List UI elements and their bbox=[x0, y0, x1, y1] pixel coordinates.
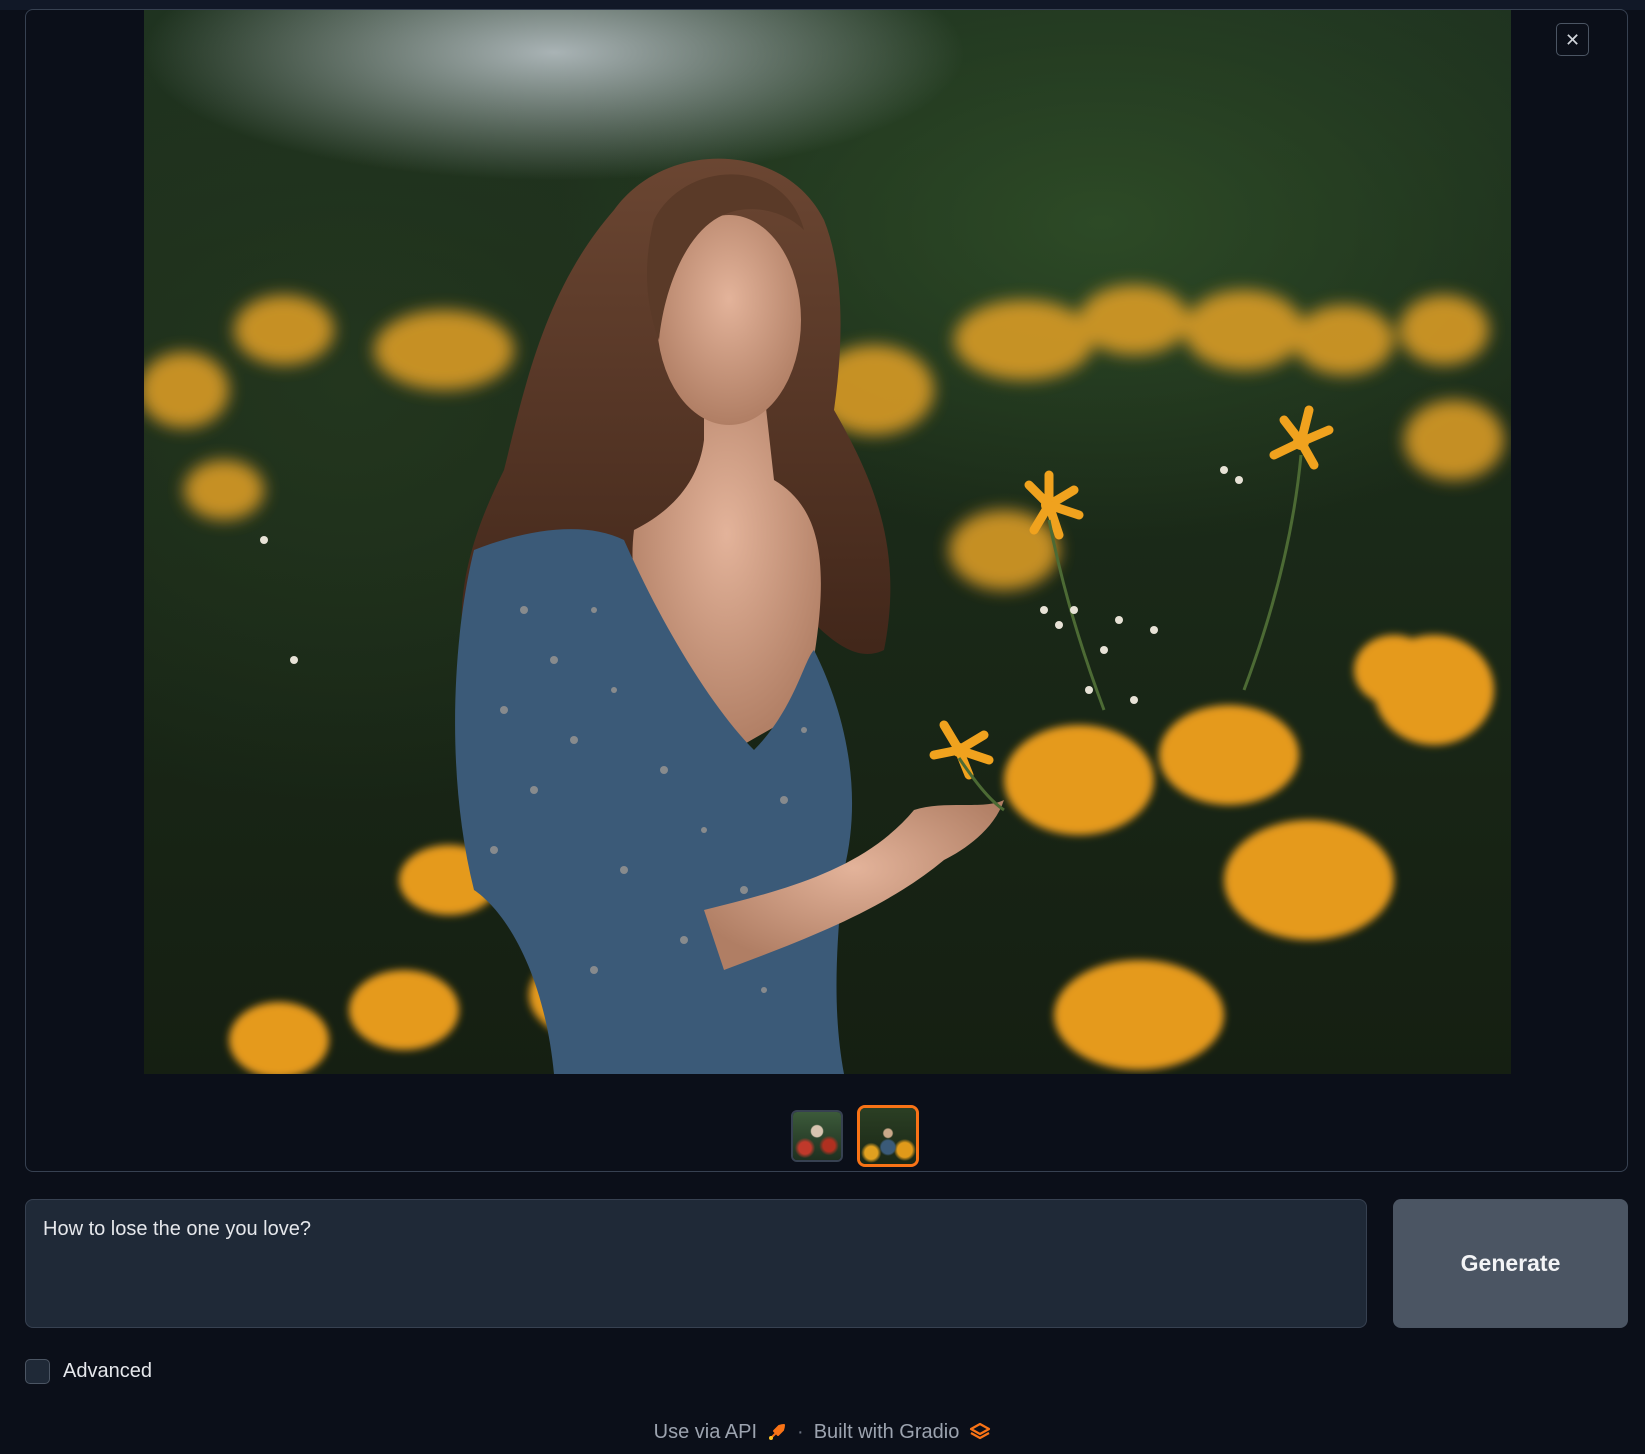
gallery-preview-image[interactable] bbox=[144, 10, 1511, 1074]
image-gallery bbox=[25, 9, 1628, 1172]
preview-illustration bbox=[144, 158, 1504, 1074]
advanced-toggle[interactable]: Advanced bbox=[25, 1356, 152, 1386]
thumbnail-2-selected[interactable] bbox=[857, 1105, 919, 1167]
footer-separator: · bbox=[797, 1420, 804, 1443]
prompt-textbox[interactable]: How to lose the one you love? bbox=[25, 1199, 1367, 1328]
advanced-label: Advanced bbox=[63, 1359, 152, 1382]
generate-button[interactable]: Generate bbox=[1393, 1199, 1628, 1328]
use-via-api-label: Use via API bbox=[653, 1420, 758, 1443]
thumbnail-1[interactable] bbox=[791, 1110, 843, 1162]
close-icon[interactable]: ✕ bbox=[1556, 23, 1589, 56]
thumbnail-1-image bbox=[793, 1112, 841, 1160]
thumbnail-2-image bbox=[860, 1108, 916, 1164]
use-via-api-link[interactable]: Use via API bbox=[654, 1421, 787, 1444]
advanced-checkbox[interactable] bbox=[25, 1358, 50, 1384]
gradio-logo-icon bbox=[970, 1422, 991, 1440]
rocket-icon bbox=[769, 1424, 786, 1440]
footer: Use via API · Built with Gradio bbox=[0, 1418, 1645, 1446]
built-with-gradio-label: Built with Gradio bbox=[813, 1420, 960, 1443]
thumbnail-strip bbox=[26, 1105, 1627, 1167]
prompt-input[interactable]: How to lose the one you love? bbox=[43, 1218, 1349, 1309]
built-with-gradio-link[interactable]: Built with Gradio bbox=[814, 1421, 992, 1444]
